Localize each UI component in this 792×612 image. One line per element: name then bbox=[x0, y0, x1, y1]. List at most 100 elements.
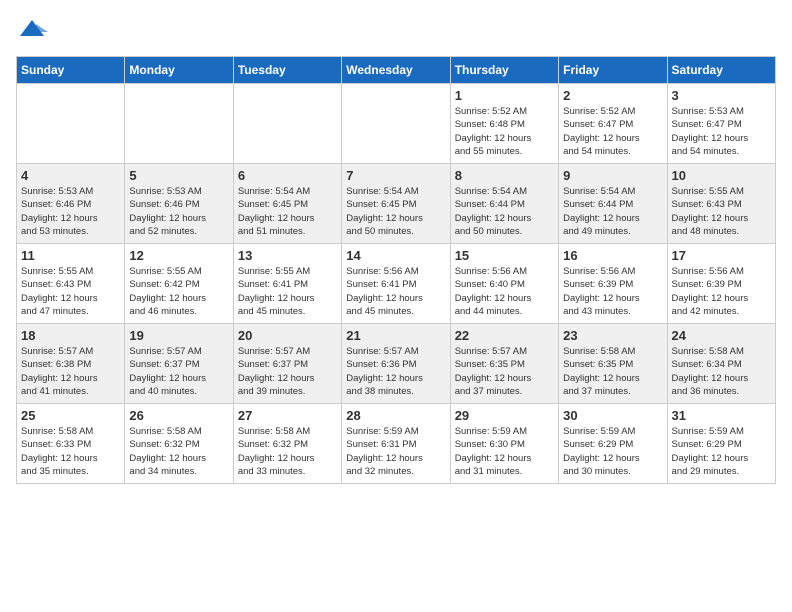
day-header-saturday: Saturday bbox=[667, 57, 775, 84]
calendar-cell: 26Sunrise: 5:58 AM Sunset: 6:32 PM Dayli… bbox=[125, 404, 233, 484]
calendar-cell: 27 Sunrise: 5:58 AM Sunset: 6:32 PM Dayli… bbox=[233, 404, 341, 484]
calendar-cell: 23 Sunrise: 5:58 AM Sunset: 6:35 PM Dayli… bbox=[559, 324, 667, 404]
calendar-cell: 10 Sunrise: 5:55 AM Sunset: 6:43 PM Dayli… bbox=[667, 164, 775, 244]
day-info: Sunrise: 5:58 AM Sunset: 6:33 PM Dayligh… bbox=[21, 425, 120, 478]
calendar-table: SundayMondayTuesdayWednesdayThursdayFrid… bbox=[16, 56, 776, 484]
day-info: Sunrise: 5:55 AM Sunset: 6:41 PM Dayligh… bbox=[238, 265, 337, 318]
calendar-cell: 16 Sunrise: 5:56 AM Sunset: 6:39 PM Dayli… bbox=[559, 244, 667, 324]
day-number: 1 bbox=[455, 88, 554, 103]
day-number: 13 bbox=[238, 248, 337, 263]
day-info: Sunrise: 5:56 AM Sunset: 6:40 PM Dayligh… bbox=[455, 265, 554, 318]
day-number: 25 bbox=[21, 408, 120, 423]
day-number: 10 bbox=[672, 168, 771, 183]
calendar-week-row: 25 Sunrise: 5:58 AM Sunset: 6:33 PM Dayli… bbox=[17, 404, 776, 484]
calendar-cell bbox=[125, 84, 233, 164]
day-info: Sunrise: 5:58 AM Sunset: 6:34 PM Dayligh… bbox=[672, 345, 771, 398]
day-number: 21 bbox=[346, 328, 445, 343]
calendar-cell bbox=[17, 84, 125, 164]
day-number: 16 bbox=[563, 248, 662, 263]
calendar-cell: 30 Sunrise: 5:59 AM Sunset: 6:29 PM Dayli… bbox=[559, 404, 667, 484]
day-info: Sunrise: 5:53 AM Sunset: 6:46 PM Dayligh… bbox=[21, 185, 120, 238]
calendar-cell: 15 Sunrise: 5:56 AM Sunset: 6:40 PM Dayli… bbox=[450, 244, 558, 324]
day-number: 31 bbox=[672, 408, 771, 423]
day-info: Sunrise: 5:57 AM Sunset: 6:38 PM Dayligh… bbox=[21, 345, 120, 398]
logo bbox=[16, 16, 50, 48]
day-info: Sunrise: 5:53 AM Sunset: 6:47 PM Dayligh… bbox=[672, 105, 771, 158]
day-number: 23 bbox=[563, 328, 662, 343]
day-header-friday: Friday bbox=[559, 57, 667, 84]
calendar-cell: 21Sunrise: 5:57 AM Sunset: 6:36 PM Dayli… bbox=[342, 324, 450, 404]
day-info: Sunrise: 5:58 AM Sunset: 6:32 PM Dayligh… bbox=[238, 425, 337, 478]
calendar-cell: 9 Sunrise: 5:54 AM Sunset: 6:44 PM Daylig… bbox=[559, 164, 667, 244]
calendar-cell: 6Sunrise: 5:54 AM Sunset: 6:45 PM Daylig… bbox=[233, 164, 341, 244]
day-number: 29 bbox=[455, 408, 554, 423]
calendar-cell: 28 Sunrise: 5:59 AM Sunset: 6:31 PM Dayli… bbox=[342, 404, 450, 484]
day-info: Sunrise: 5:59 AM Sunset: 6:29 PM Dayligh… bbox=[563, 425, 662, 478]
day-info: Sunrise: 5:57 AM Sunset: 6:37 PM Dayligh… bbox=[129, 345, 228, 398]
day-info: Sunrise: 5:52 AM Sunset: 6:48 PM Dayligh… bbox=[455, 105, 554, 158]
calendar-cell: 20 Sunrise: 5:57 AM Sunset: 6:37 PM Dayli… bbox=[233, 324, 341, 404]
day-info: Sunrise: 5:59 AM Sunset: 6:30 PM Dayligh… bbox=[455, 425, 554, 478]
day-info: Sunrise: 5:54 AM Sunset: 6:45 PM Dayligh… bbox=[346, 185, 445, 238]
day-info: Sunrise: 5:54 AM Sunset: 6:44 PM Dayligh… bbox=[455, 185, 554, 238]
calendar-cell: 14 Sunrise: 5:56 AM Sunset: 6:41 PM Dayli… bbox=[342, 244, 450, 324]
day-number: 30 bbox=[563, 408, 662, 423]
day-number: 14 bbox=[346, 248, 445, 263]
day-number: 4 bbox=[21, 168, 120, 183]
day-info: Sunrise: 5:54 AM Sunset: 6:45 PM Dayligh… bbox=[238, 185, 337, 238]
calendar-week-row: 4 Sunrise: 5:53 AM Sunset: 6:46 PM Daylig… bbox=[17, 164, 776, 244]
day-info: Sunrise: 5:59 AM Sunset: 6:31 PM Dayligh… bbox=[346, 425, 445, 478]
calendar-cell: 17 Sunrise: 5:56 AM Sunset: 6:39 PM Dayli… bbox=[667, 244, 775, 324]
day-info: Sunrise: 5:53 AM Sunset: 6:46 PM Dayligh… bbox=[129, 185, 228, 238]
day-header-wednesday: Wednesday bbox=[342, 57, 450, 84]
calendar-cell: 4 Sunrise: 5:53 AM Sunset: 6:46 PM Daylig… bbox=[17, 164, 125, 244]
calendar-cell: 31Sunrise: 5:59 AM Sunset: 6:29 PM Dayli… bbox=[667, 404, 775, 484]
day-info: Sunrise: 5:55 AM Sunset: 6:42 PM Dayligh… bbox=[129, 265, 228, 318]
day-info: Sunrise: 5:58 AM Sunset: 6:35 PM Dayligh… bbox=[563, 345, 662, 398]
day-info: Sunrise: 5:56 AM Sunset: 6:39 PM Dayligh… bbox=[672, 265, 771, 318]
day-number: 7 bbox=[346, 168, 445, 183]
day-info: Sunrise: 5:57 AM Sunset: 6:35 PM Dayligh… bbox=[455, 345, 554, 398]
calendar-cell: 12Sunrise: 5:55 AM Sunset: 6:42 PM Dayli… bbox=[125, 244, 233, 324]
day-info: Sunrise: 5:52 AM Sunset: 6:47 PM Dayligh… bbox=[563, 105, 662, 158]
day-number: 11 bbox=[21, 248, 120, 263]
day-info: Sunrise: 5:55 AM Sunset: 6:43 PM Dayligh… bbox=[672, 185, 771, 238]
calendar-cell: 2Sunrise: 5:52 AM Sunset: 6:47 PM Daylig… bbox=[559, 84, 667, 164]
calendar-cell: 19 Sunrise: 5:57 AM Sunset: 6:37 PM Dayli… bbox=[125, 324, 233, 404]
calendar-cell: 13 Sunrise: 5:55 AM Sunset: 6:41 PM Dayli… bbox=[233, 244, 341, 324]
day-number: 15 bbox=[455, 248, 554, 263]
day-number: 24 bbox=[672, 328, 771, 343]
calendar-cell: 3Sunrise: 5:53 AM Sunset: 6:47 PM Daylig… bbox=[667, 84, 775, 164]
day-number: 17 bbox=[672, 248, 771, 263]
day-number: 28 bbox=[346, 408, 445, 423]
calendar-cell: 5 Sunrise: 5:53 AM Sunset: 6:46 PM Daylig… bbox=[125, 164, 233, 244]
day-info: Sunrise: 5:57 AM Sunset: 6:37 PM Dayligh… bbox=[238, 345, 337, 398]
day-number: 26 bbox=[129, 408, 228, 423]
calendar-cell: 1 Sunrise: 5:52 AM Sunset: 6:48 PM Daylig… bbox=[450, 84, 558, 164]
calendar-cell: 18 Sunrise: 5:57 AM Sunset: 6:38 PM Dayli… bbox=[17, 324, 125, 404]
day-number: 9 bbox=[563, 168, 662, 183]
day-header-thursday: Thursday bbox=[450, 57, 558, 84]
day-number: 19 bbox=[129, 328, 228, 343]
calendar-cell bbox=[233, 84, 341, 164]
day-header-monday: Monday bbox=[125, 57, 233, 84]
calendar-cell: 22 Sunrise: 5:57 AM Sunset: 6:35 PM Dayli… bbox=[450, 324, 558, 404]
day-number: 22 bbox=[455, 328, 554, 343]
logo-icon bbox=[16, 16, 48, 48]
calendar-cell: 11 Sunrise: 5:55 AM Sunset: 6:43 PM Dayli… bbox=[17, 244, 125, 324]
day-number: 27 bbox=[238, 408, 337, 423]
day-number: 5 bbox=[129, 168, 228, 183]
day-info: Sunrise: 5:54 AM Sunset: 6:44 PM Dayligh… bbox=[563, 185, 662, 238]
calendar-cell: 24 Sunrise: 5:58 AM Sunset: 6:34 PM Dayli… bbox=[667, 324, 775, 404]
calendar-cell: 25 Sunrise: 5:58 AM Sunset: 6:33 PM Dayli… bbox=[17, 404, 125, 484]
day-info: Sunrise: 5:56 AM Sunset: 6:41 PM Dayligh… bbox=[346, 265, 445, 318]
day-number: 8 bbox=[455, 168, 554, 183]
calendar-week-row: 11 Sunrise: 5:55 AM Sunset: 6:43 PM Dayli… bbox=[17, 244, 776, 324]
header bbox=[16, 16, 776, 48]
calendar-cell: 7 Sunrise: 5:54 AM Sunset: 6:45 PM Daylig… bbox=[342, 164, 450, 244]
day-info: Sunrise: 5:55 AM Sunset: 6:43 PM Dayligh… bbox=[21, 265, 120, 318]
calendar-cell bbox=[342, 84, 450, 164]
day-number: 20 bbox=[238, 328, 337, 343]
day-info: Sunrise: 5:56 AM Sunset: 6:39 PM Dayligh… bbox=[563, 265, 662, 318]
day-number: 18 bbox=[21, 328, 120, 343]
